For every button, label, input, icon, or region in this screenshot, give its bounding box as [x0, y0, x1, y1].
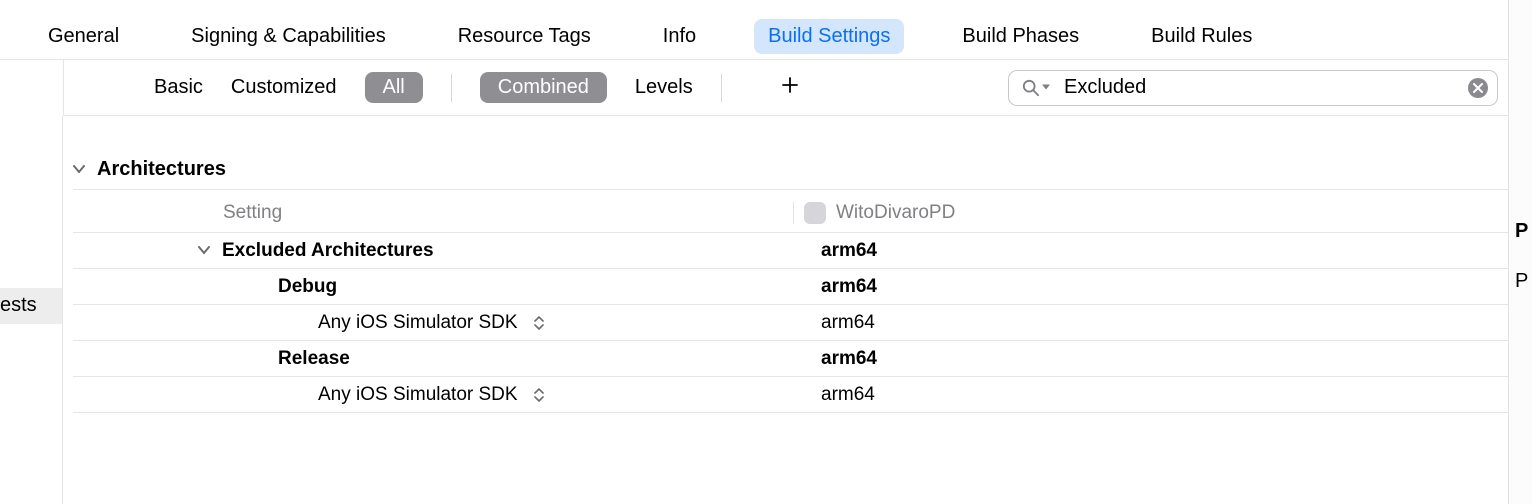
tab-resource-tags[interactable]: Resource Tags — [444, 19, 605, 54]
right-panel-label: P — [1515, 220, 1528, 243]
target-name: WitoDivaroPD — [836, 202, 955, 224]
tab-general[interactable]: General — [34, 19, 133, 54]
clear-search-button[interactable] — [1468, 78, 1488, 98]
filter-combined[interactable]: Combined — [480, 72, 607, 103]
chevron-down-icon[interactable] — [1042, 82, 1050, 93]
tab-build-phases[interactable]: Build Phases — [948, 19, 1093, 54]
filter-view-segment: Combined Levels — [480, 72, 693, 103]
setting-value[interactable]: arm64 — [793, 348, 1512, 370]
content-area: ests Architectures Setting WitoDivaroPD … — [0, 116, 1532, 504]
search-field-wrap — [1008, 70, 1498, 106]
filter-levels[interactable]: Levels — [635, 76, 693, 99]
setting-label: Excluded Architectures — [222, 240, 434, 262]
tab-signing-capabilities[interactable]: Signing & Capabilities — [177, 19, 400, 54]
settings-table-header: Setting WitoDivaroPD — [73, 202, 1512, 233]
setting-value[interactable]: arm64 — [793, 240, 1512, 262]
setting-label: Debug — [278, 276, 337, 298]
section-architectures[interactable]: Architectures — [73, 158, 1512, 190]
editor-tabs: General Signing & Capabilities Resource … — [0, 0, 1532, 60]
targets-sidebar: ests — [0, 116, 63, 504]
search-icon — [1022, 79, 1040, 97]
filter-scope-segment: Basic Customized All — [154, 72, 423, 103]
column-setting: Setting — [223, 202, 793, 224]
project-icon — [804, 202, 826, 224]
tab-info[interactable]: Info — [649, 19, 710, 54]
tab-build-settings[interactable]: Build Settings — [754, 19, 904, 54]
column-target: WitoDivaroPD — [793, 202, 1512, 224]
separator — [451, 74, 452, 102]
sdk-selector-icon[interactable] — [534, 388, 544, 402]
chevron-down-icon — [73, 158, 87, 181]
setting-label: Any iOS Simulator SDK — [318, 384, 518, 406]
right-panel-label: P — [1515, 270, 1528, 293]
settings-main: Architectures Setting WitoDivaroPD Exclu… — [63, 116, 1532, 504]
setting-release-sdk[interactable]: Any iOS Simulator SDK arm64 — [73, 377, 1512, 413]
filter-bar: Basic Customized All Combined Levels — [63, 60, 1532, 116]
setting-value[interactable]: arm64 — [793, 384, 1512, 406]
sidebar-item-partial[interactable]: ests — [0, 294, 37, 317]
right-panel-edge: P P — [1508, 0, 1532, 504]
filter-all[interactable]: All — [365, 72, 423, 103]
search-input[interactable] — [1008, 70, 1498, 106]
filter-basic[interactable]: Basic — [154, 76, 203, 99]
setting-value[interactable]: arm64 — [793, 276, 1512, 298]
setting-label: Any iOS Simulator SDK — [318, 312, 518, 334]
setting-debug[interactable]: Debug arm64 — [73, 269, 1512, 305]
tab-build-rules[interactable]: Build Rules — [1137, 19, 1266, 54]
separator — [721, 74, 722, 102]
setting-label: Release — [278, 348, 350, 370]
section-title: Architectures — [97, 158, 226, 181]
sdk-selector-icon[interactable] — [534, 316, 544, 330]
filter-customized[interactable]: Customized — [231, 76, 337, 99]
add-button[interactable] — [778, 76, 802, 100]
setting-value[interactable]: arm64 — [793, 312, 1512, 334]
setting-release[interactable]: Release arm64 — [73, 341, 1512, 377]
setting-debug-sdk[interactable]: Any iOS Simulator SDK arm64 — [73, 305, 1512, 341]
chevron-down-icon — [198, 240, 212, 262]
plus-icon — [781, 76, 799, 99]
setting-excluded-architectures[interactable]: Excluded Architectures arm64 — [73, 233, 1512, 269]
